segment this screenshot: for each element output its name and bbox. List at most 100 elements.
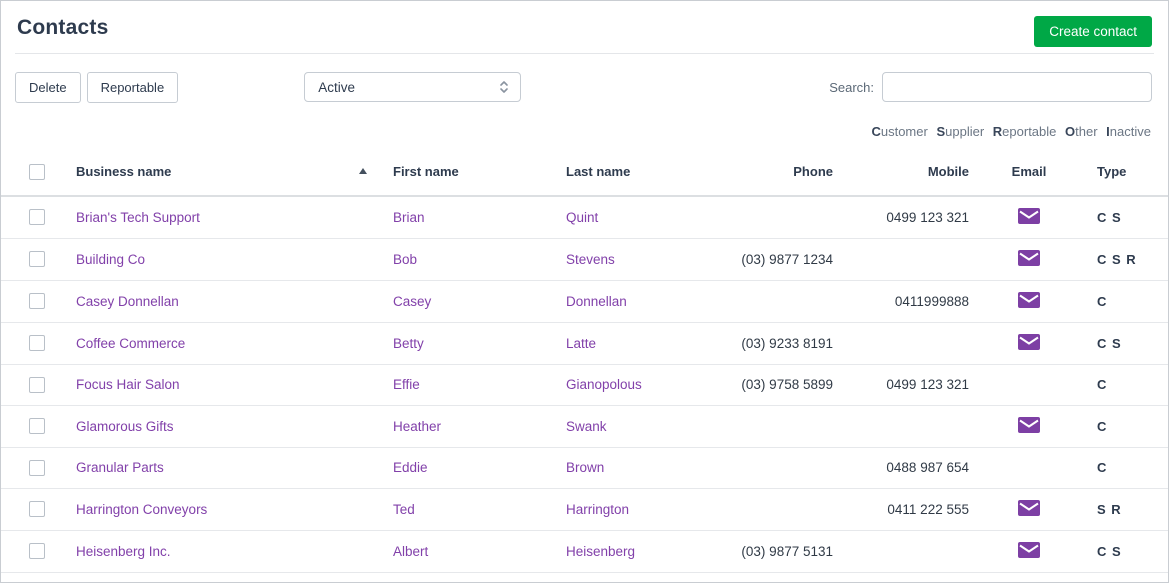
- first-name-link[interactable]: Effie: [393, 377, 420, 392]
- status-filter-select[interactable]: Active: [304, 72, 522, 102]
- mobile-value: [847, 322, 983, 365]
- first-name-link[interactable]: Heather: [393, 419, 441, 434]
- email-envelope-icon[interactable]: [1018, 291, 1040, 311]
- mobile-value: 0499 123 321: [847, 364, 983, 406]
- first-name-link[interactable]: Eddie: [393, 460, 428, 475]
- last-name-link[interactable]: Brown: [566, 460, 604, 475]
- email-envelope-icon[interactable]: [1018, 416, 1040, 436]
- mobile-value: 0411999888: [847, 280, 983, 323]
- column-header-first-name[interactable]: First name: [379, 151, 552, 197]
- row-checkbox[interactable]: [29, 251, 45, 268]
- contacts-table: Business name First name Last name Phone…: [1, 151, 1168, 573]
- last-name-link[interactable]: Quint: [566, 210, 598, 225]
- first-name-link[interactable]: Ted: [393, 502, 415, 517]
- row-checkbox[interactable]: [29, 335, 45, 352]
- legend-customer: Customer: [871, 124, 928, 139]
- email-envelope-icon[interactable]: [1018, 249, 1040, 269]
- sort-asc-icon: [359, 167, 367, 174]
- page-title: Contacts: [17, 16, 109, 39]
- phone-value: (03) 9233 8191: [702, 322, 847, 365]
- phone-value: [702, 280, 847, 323]
- status-filter-value: Active: [318, 79, 355, 95]
- business-name-link[interactable]: Focus Hair Salon: [76, 377, 180, 392]
- row-checkbox[interactable]: [29, 418, 45, 435]
- email-envelope-icon[interactable]: [1018, 333, 1040, 353]
- table-row: Coffee Commerce Betty Latte (03) 9233 81…: [1, 322, 1168, 365]
- page-header: Contacts Create contact: [1, 1, 1168, 53]
- search-input[interactable]: [882, 72, 1152, 102]
- legend-reportable: Reportable: [992, 124, 1057, 139]
- create-contact-button[interactable]: Create contact: [1034, 16, 1152, 47]
- row-checkbox[interactable]: [29, 501, 45, 518]
- type-legend: Customer Supplier Reportable Other Inact…: [1, 124, 1151, 139]
- business-name-link[interactable]: Glamorous Gifts: [76, 419, 174, 434]
- business-name-link[interactable]: Heisenberg Inc.: [76, 544, 171, 559]
- phone-value: [702, 405, 847, 448]
- reportable-button[interactable]: Reportable: [86, 71, 179, 103]
- business-name-link[interactable]: Coffee Commerce: [76, 336, 185, 351]
- table-row: Heisenberg Inc. Albert Heisenberg (03) 9…: [1, 530, 1168, 573]
- last-name-link[interactable]: Stevens: [566, 252, 615, 267]
- column-header-business-name[interactable]: Business name: [62, 151, 379, 197]
- column-header-phone[interactable]: Phone: [702, 151, 847, 197]
- row-checkbox[interactable]: [29, 293, 45, 310]
- business-name-link[interactable]: Casey Donnellan: [76, 294, 179, 309]
- mobile-value: [847, 530, 983, 573]
- type-badge: C S R: [1097, 251, 1137, 267]
- legend-inactive: Inactive: [1106, 124, 1151, 139]
- table-row: Brian's Tech Support Brian Quint 0499 12…: [1, 195, 1168, 239]
- phone-value: [702, 447, 847, 489]
- last-name-link[interactable]: Latte: [566, 336, 596, 351]
- last-name-link[interactable]: Donnellan: [566, 294, 627, 309]
- select-all-checkbox[interactable]: [29, 163, 45, 180]
- business-name-link[interactable]: Building Co: [76, 252, 145, 267]
- first-name-link[interactable]: Brian: [393, 210, 425, 225]
- table-row: Building Co Bob Stevens (03) 9877 1234 C…: [1, 238, 1168, 281]
- row-checkbox[interactable]: [29, 209, 45, 226]
- last-name-link[interactable]: Gianopolous: [566, 377, 642, 392]
- select-chevrons-icon: [498, 78, 510, 96]
- email-envelope-icon[interactable]: [1018, 207, 1040, 227]
- type-badge: C S: [1097, 335, 1122, 351]
- type-badge: C S: [1097, 209, 1122, 225]
- type-badge: C: [1097, 293, 1108, 309]
- first-name-link[interactable]: Albert: [393, 544, 428, 559]
- row-checkbox[interactable]: [29, 543, 45, 560]
- table-row: Granular Parts Eddie Brown 0488 987 654 …: [1, 447, 1168, 489]
- email-envelope-icon[interactable]: [1018, 541, 1040, 561]
- search-group: Search:: [829, 72, 1152, 102]
- search-label: Search:: [829, 79, 874, 95]
- legend-supplier: Supplier: [936, 124, 985, 139]
- toolbar: Delete Reportable Active Search:: [15, 71, 1152, 103]
- table-row: Casey Donnellan Casey Donnellan 04119998…: [1, 280, 1168, 323]
- first-name-link[interactable]: Betty: [393, 336, 424, 351]
- table-row: Harrington Conveyors Ted Harrington 0411…: [1, 488, 1168, 531]
- mobile-value: 0499 123 321: [847, 195, 983, 239]
- type-badge: C: [1097, 460, 1108, 476]
- phone-value: (03) 9877 1234: [702, 238, 847, 281]
- contacts-page: Contacts Create contact Delete Reportabl…: [0, 0, 1169, 583]
- business-name-link[interactable]: Brian's Tech Support: [76, 210, 200, 225]
- business-name-link[interactable]: Harrington Conveyors: [76, 502, 207, 517]
- business-name-link[interactable]: Granular Parts: [76, 460, 164, 475]
- type-badge: C S: [1097, 543, 1122, 559]
- phone-value: (03) 9877 5131: [702, 530, 847, 573]
- table-row: Focus Hair Salon Effie Gianopolous (03) …: [1, 364, 1168, 406]
- row-checkbox[interactable]: [29, 459, 45, 476]
- delete-button[interactable]: Delete: [15, 71, 81, 103]
- column-header-email[interactable]: Email: [983, 151, 1075, 197]
- first-name-link[interactable]: Casey: [393, 294, 431, 309]
- last-name-link[interactable]: Swank: [566, 419, 607, 434]
- mobile-value: 0488 987 654: [847, 447, 983, 489]
- email-envelope-icon[interactable]: [1018, 499, 1040, 519]
- column-header-last-name[interactable]: Last name: [552, 151, 702, 197]
- column-header-type[interactable]: Type: [1075, 151, 1168, 197]
- mobile-value: 0411 222 555: [847, 488, 983, 531]
- last-name-link[interactable]: Heisenberg: [566, 544, 635, 559]
- row-checkbox[interactable]: [29, 376, 45, 393]
- contacts-table-body: Brian's Tech Support Brian Quint 0499 12…: [1, 195, 1168, 573]
- last-name-link[interactable]: Harrington: [566, 502, 629, 517]
- phone-value: [702, 195, 847, 239]
- first-name-link[interactable]: Bob: [393, 252, 417, 267]
- column-header-mobile[interactable]: Mobile: [847, 151, 983, 197]
